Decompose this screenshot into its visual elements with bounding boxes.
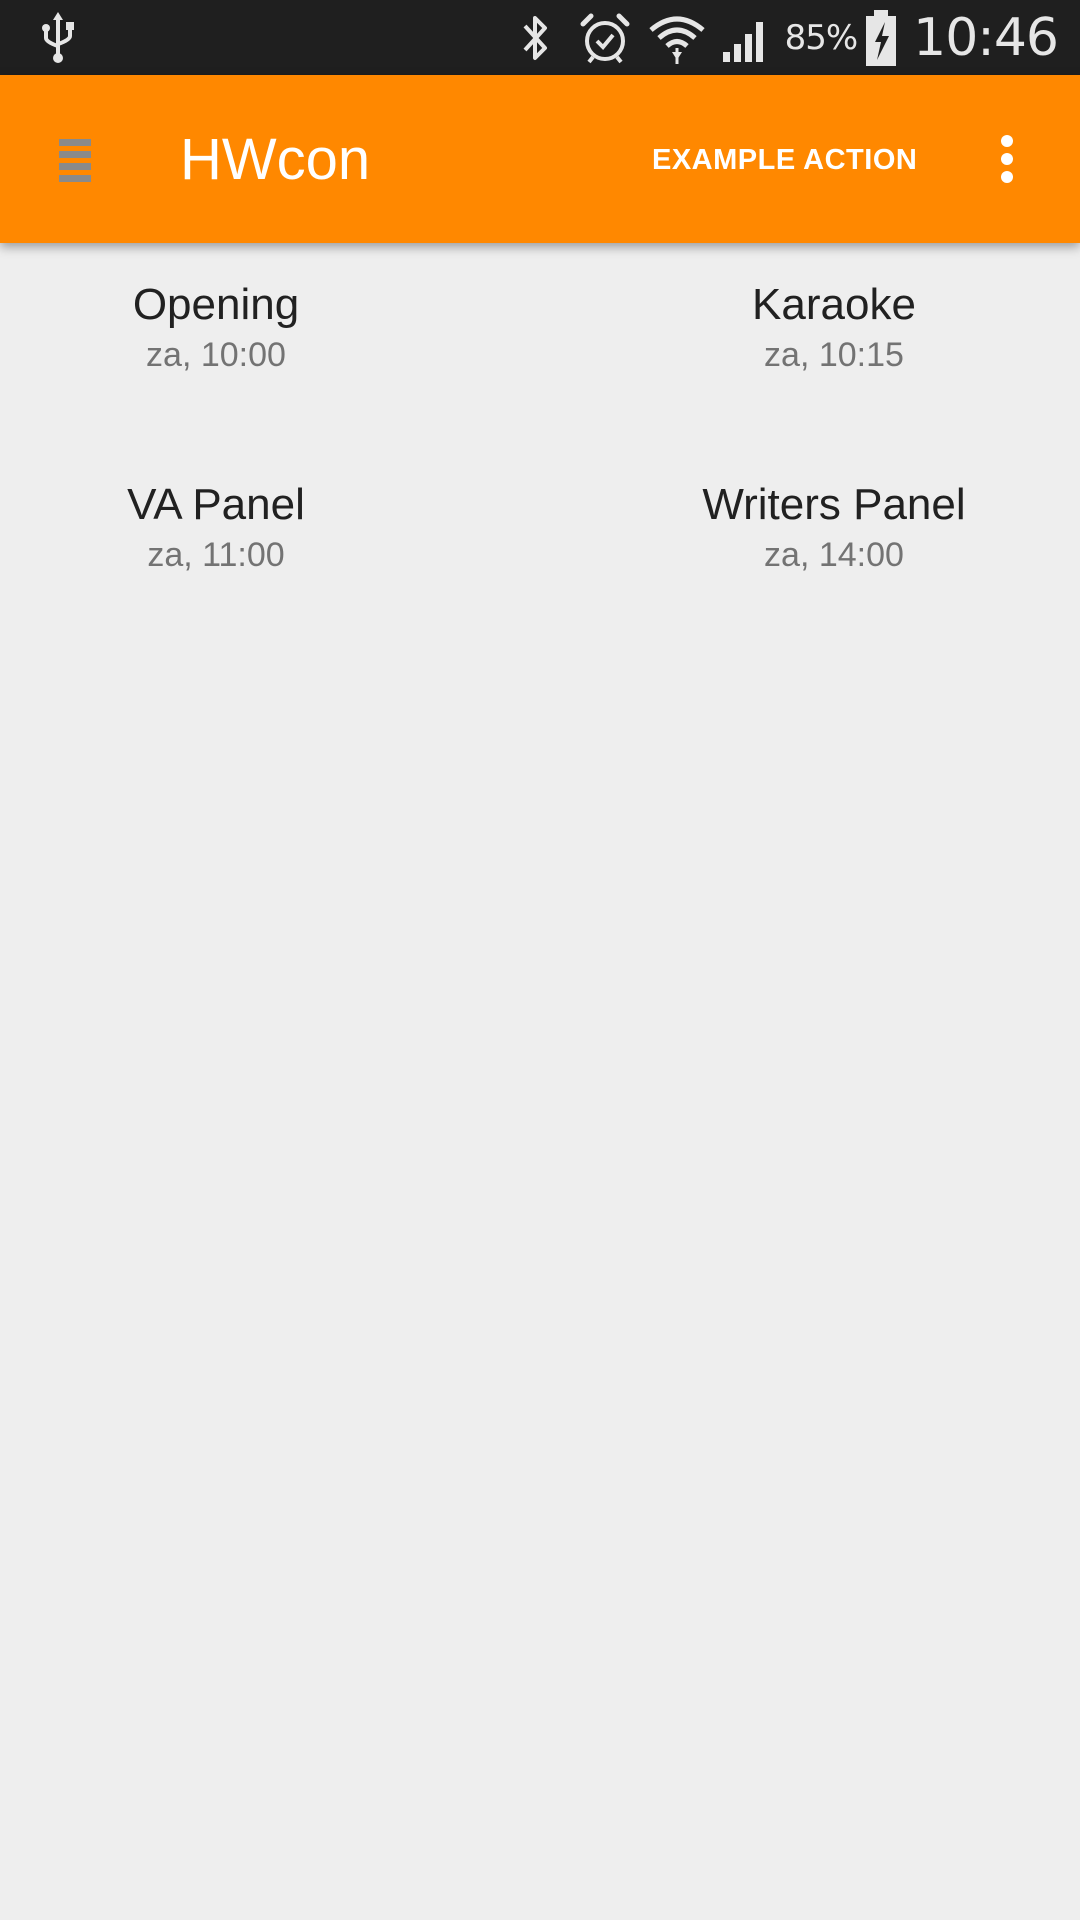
event-title: Opening bbox=[132, 280, 300, 329]
event-card[interactable]: VA Panel za, 11:00 bbox=[0, 443, 540, 643]
event-time: za, 10:15 bbox=[764, 336, 904, 374]
app-title: HWcon bbox=[180, 127, 371, 192]
app-bar: HWcon EXAMPLE ACTION bbox=[0, 75, 1080, 243]
app-screen: 85% 10:46 HWcon EXAMPLE ACTION Opening z… bbox=[0, 0, 1080, 1920]
event-time: za, 11:00 bbox=[147, 536, 285, 574]
drawer-toggle-button[interactable] bbox=[40, 119, 110, 199]
status-icons: 85% 10:46 bbox=[511, 0, 1080, 75]
battery-charging-icon bbox=[866, 9, 897, 66]
wifi-icon bbox=[648, 16, 705, 64]
overflow-menu-button[interactable] bbox=[982, 119, 1032, 199]
alarm-icon bbox=[580, 13, 630, 63]
usb-icon bbox=[42, 12, 74, 63]
status-bar: 85% 10:46 bbox=[0, 0, 1080, 75]
overflow-menu-icon bbox=[1001, 135, 1013, 183]
bluetooth-icon bbox=[523, 15, 547, 60]
drawer-menu-icon bbox=[59, 139, 91, 182]
event-time: za, 10:00 bbox=[146, 336, 286, 374]
event-card[interactable]: Karaoke za, 10:15 bbox=[540, 243, 1080, 443]
event-title: Karaoke bbox=[752, 280, 916, 329]
event-time: za, 14:00 bbox=[764, 536, 904, 574]
battery-percent: 85% bbox=[784, 17, 859, 58]
example-action-button[interactable]: EXAMPLE ACTION bbox=[640, 135, 929, 185]
event-title: Writers Panel bbox=[702, 480, 966, 529]
event-grid: Opening za, 10:00 Karaoke za, 10:15 VA P… bbox=[0, 243, 1080, 643]
status-clock: 10:46 bbox=[913, 7, 1059, 68]
event-card[interactable]: Opening za, 10:00 bbox=[0, 243, 540, 443]
event-title: VA Panel bbox=[127, 480, 305, 529]
signal-icon bbox=[722, 21, 763, 62]
event-card[interactable]: Writers Panel za, 14:00 bbox=[540, 443, 1080, 643]
